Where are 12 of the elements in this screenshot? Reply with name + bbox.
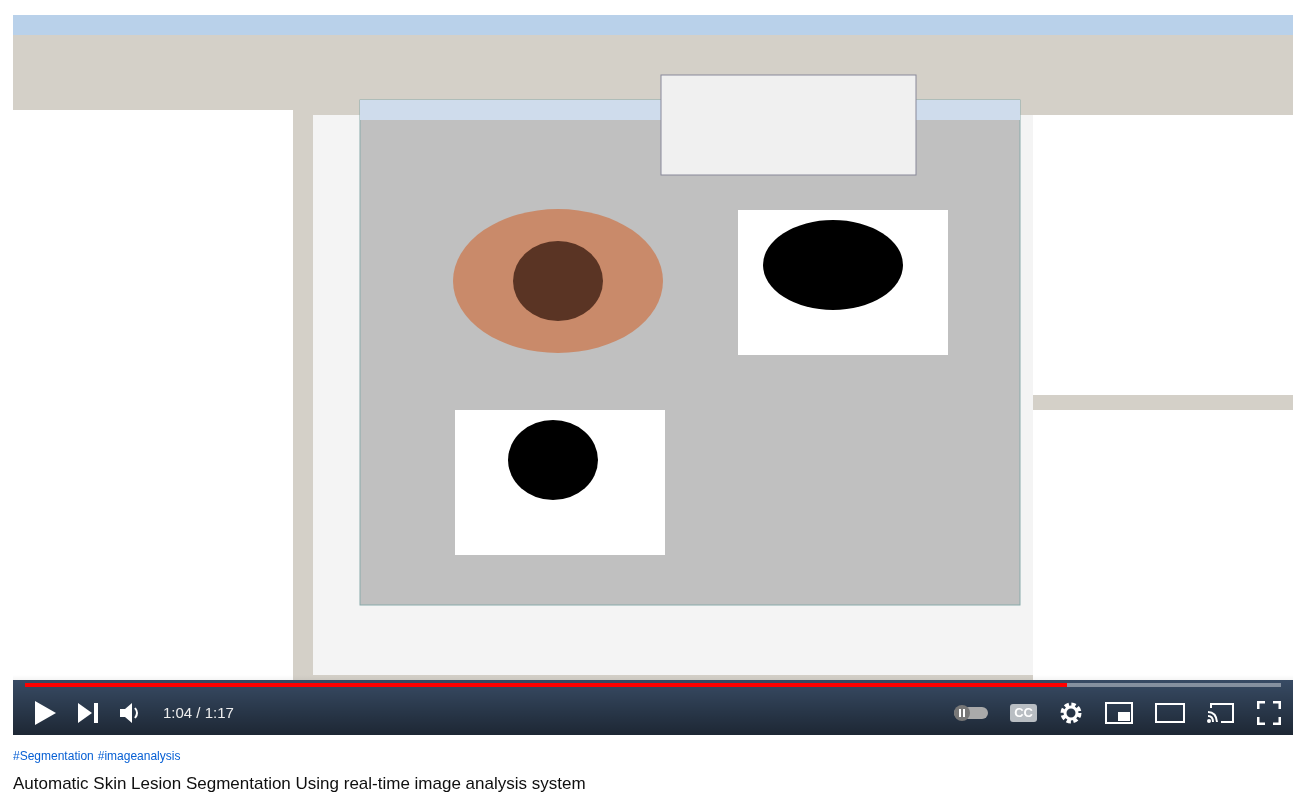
autoplay-toggle-icon[interactable] <box>954 705 989 721</box>
theater-mode-icon[interactable] <box>1155 703 1185 723</box>
settings-icon[interactable] <box>1059 701 1083 725</box>
fullscreen-icon[interactable] <box>1257 701 1281 725</box>
hashtag-link[interactable]: #Segmentation <box>13 747 94 765</box>
miniplayer-icon[interactable] <box>1105 702 1133 724</box>
hashtag-link[interactable]: #imageanalysis <box>97 747 181 765</box>
time-display: 1:04 / 1:17 <box>163 702 234 723</box>
cast-icon[interactable] <box>1207 702 1235 724</box>
video-title: Automatic Skin Lesion Segmentation Using real-time image analysis system <box>13 773 587 795</box>
play-icon[interactable] <box>33 700 57 726</box>
next-icon[interactable] <box>77 702 99 724</box>
